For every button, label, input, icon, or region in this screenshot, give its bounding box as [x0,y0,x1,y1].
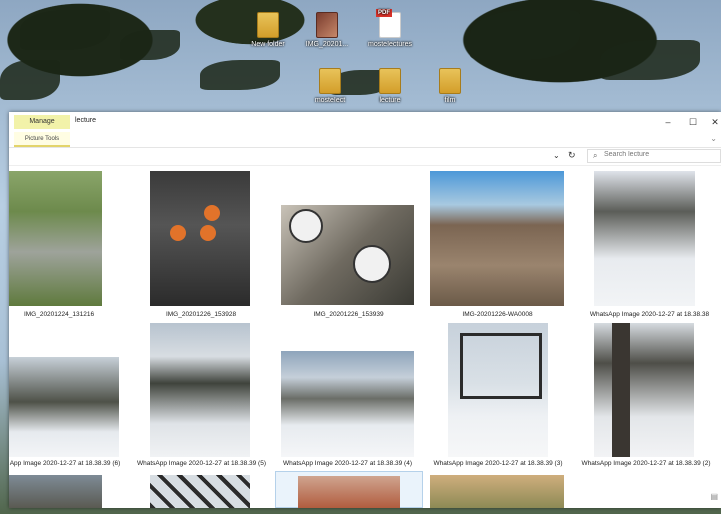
leaf-decoration [600,40,700,80]
window-title: lecture [75,117,97,124]
file-grid: IMG_20201224_131216 IMG_20201226_153928 … [9,165,721,508]
leaf-decoration [0,60,60,100]
desktop-icon-new-folder[interactable]: New folder [238,12,298,48]
picture-tools-tab[interactable]: Picture Tools [14,132,70,147]
refresh-icon[interactable]: ↻ [568,150,576,161]
leaf-decoration [20,10,110,50]
title-bar: Manage lecture – ☐ ✕ [9,112,721,132]
knob-decoration [204,205,220,221]
minimize-button[interactable]: – [660,115,676,129]
file-item[interactable] [150,165,252,313]
file-item[interactable] [143,323,255,463]
close-button[interactable]: ✕ [707,115,721,129]
gauge-decoration [289,209,323,243]
thumbnail-image [594,171,695,306]
knob-decoration [200,225,216,241]
file-item[interactable] [275,471,423,508]
desktop-icon-label: New folder [251,41,285,48]
frame-decoration [460,333,542,399]
pdf-icon [376,9,401,38]
thumbnail-image [281,351,414,457]
desktop-icon-label: lecture [379,97,401,104]
thumbnail-image [9,475,102,508]
file-name: IMG_20201224_131216 [23,311,95,318]
file-item[interactable] [150,475,252,508]
thumbnail-image [594,323,694,457]
desktop-icon-image[interactable]: IMG_20201... [297,12,357,48]
desktop-icon-label: IMG_20201... [305,41,349,48]
leaf-decoration [200,60,280,90]
gauge-decoration [353,245,391,283]
file-name: WhatsApp Image 2020-12-27 at 18.38.38 [589,311,710,318]
search-input[interactable] [604,151,714,158]
chevron-down-icon[interactable]: ⌄ [553,151,560,160]
file-item[interactable] [590,165,721,313]
thumbnail-image [150,171,250,306]
thumbnail-image [150,323,250,457]
file-item[interactable] [281,165,416,313]
search-icon: ⌕ [593,151,598,160]
manage-tab[interactable]: Manage [14,115,70,129]
desktop-icon-lecture[interactable]: lecture [360,68,420,104]
ribbon: Picture Tools ⌄ [9,132,721,148]
file-item[interactable] [440,323,552,463]
desktop-icon-label: film [444,97,456,104]
file-item[interactable] [430,475,565,508]
file-name: IMG_20201226_153939 [313,311,384,318]
desktop-icon-pdf[interactable]: mosteIectures [360,9,420,48]
folder-icon [439,68,461,94]
image-file-icon [316,12,338,38]
address-bar[interactable]: ⌄ ↻ ⌕ [9,148,721,166]
search-box[interactable]: ⌕ [587,149,721,163]
file-name: WhatsApp Image 2020-12-27 at 18.38.39 (4… [283,460,412,467]
desktop-icon-label: mosteIectures [368,41,412,48]
file-item[interactable] [281,323,416,463]
file-name: App Image 2020-12-27 at 18.38.39 (6) [9,460,121,467]
folder-icon [319,68,341,94]
file-item[interactable] [9,165,109,313]
knob-decoration [170,225,186,241]
desktop-icon-folder-2[interactable]: mosteIect [300,68,360,104]
file-item[interactable] [590,323,721,463]
folder-icon [379,68,401,94]
file-name: WhatsApp Image 2020-12-27 at 18.38.39 (3… [433,460,563,467]
thumbnail-image [9,171,102,306]
chevron-down-icon[interactable]: ⌄ [710,134,717,143]
thumbnail-image [9,357,119,457]
view-toggle-icon[interactable]: ▤ [710,492,718,501]
desktop-icon-label: mosteIect [314,97,346,104]
thumbnail-image [150,475,250,508]
file-item[interactable] [9,475,104,508]
file-name: WhatsApp Image 2020-12-27 at 18.38.39 (2… [581,460,711,467]
thumbnail-image [430,475,564,508]
file-item[interactable] [430,165,565,313]
file-name: WhatsApp Image 2020-12-27 at 18.38.39 (5… [137,460,266,467]
leaf-decoration [120,30,180,60]
thumbnail-image [430,171,564,306]
folder-icon [257,12,279,38]
explorer-window: Manage lecture – ☐ ✕ Picture Tools ⌄ ⌄ ↻… [9,112,721,508]
maximize-button[interactable]: ☐ [685,115,701,129]
pole-decoration [612,323,630,457]
file-name: IMG-20201226-WA0008 [462,311,533,318]
desktop-icon-film[interactable]: film [420,68,480,104]
file-item[interactable] [9,323,121,463]
leaf-decoration [470,10,580,60]
thumbnail-image [298,476,400,508]
file-name: IMG_20201226_153928 [165,311,237,318]
